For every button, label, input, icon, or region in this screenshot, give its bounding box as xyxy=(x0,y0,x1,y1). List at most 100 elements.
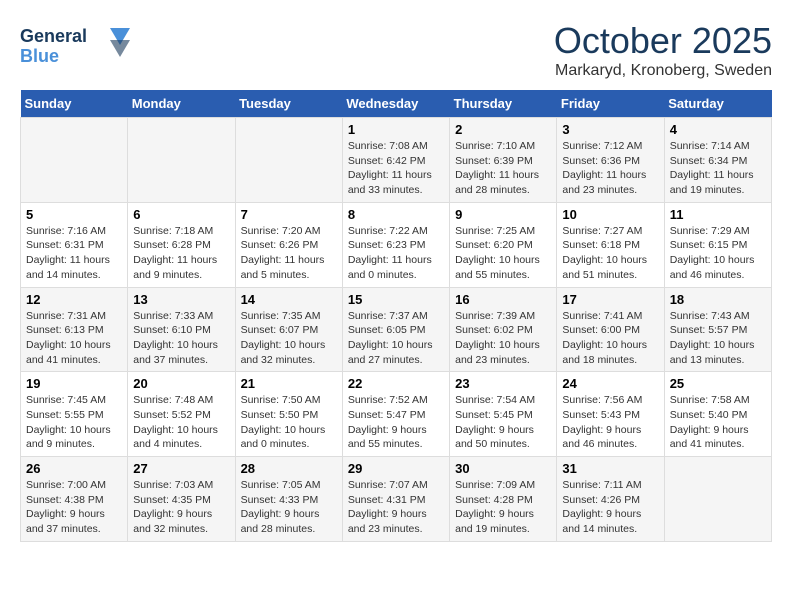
day-info: Sunrise: 7:54 AM Sunset: 5:45 PM Dayligh… xyxy=(455,393,551,452)
day-number: 28 xyxy=(241,461,337,476)
day-info: Sunrise: 7:20 AM Sunset: 6:26 PM Dayligh… xyxy=(241,224,337,283)
calendar-cell: 11 Sunrise: 7:29 AM Sunset: 6:15 PM Dayli… xyxy=(664,202,771,287)
day-number: 5 xyxy=(26,207,122,222)
calendar-cell: 1Sunrise: 7:08 AM Sunset: 6:42 PM Daylig… xyxy=(342,118,449,203)
day-number: 7 xyxy=(241,207,337,222)
calendar-cell: 18 Sunrise: 7:43 AM Sunset: 5:57 PM Dayli… xyxy=(664,287,771,372)
day-number: 17 xyxy=(562,292,658,307)
day-number: 3 xyxy=(562,122,658,137)
calendar-table: SundayMondayTuesdayWednesdayThursdayFrid… xyxy=(20,90,772,542)
calendar-cell: 2 Sunrise: 7:10 AM Sunset: 6:39 PM Daylig… xyxy=(450,118,557,203)
day-number: 10 xyxy=(562,207,658,222)
day-number: 6 xyxy=(133,207,229,222)
calendar-cell: 25 Sunrise: 7:58 AM Sunset: 5:40 PM Dayli… xyxy=(664,372,771,457)
day-number: 21 xyxy=(241,376,337,391)
calendar-cell: 5 Sunrise: 7:16 AM Sunset: 6:31 PM Daylig… xyxy=(21,202,128,287)
day-number: 2 xyxy=(455,122,551,137)
day-number: 4 xyxy=(670,122,766,137)
day-info: Sunrise: 7:56 AM Sunset: 5:43 PM Dayligh… xyxy=(562,393,658,452)
calendar-cell: 27 Sunrise: 7:03 AM Sunset: 4:35 PM Dayli… xyxy=(128,457,235,542)
calendar-cell: 19 Sunrise: 7:45 AM Sunset: 5:55 PM Dayli… xyxy=(21,372,128,457)
day-number: 12 xyxy=(26,292,122,307)
day-number: 18 xyxy=(670,292,766,307)
day-number: 25 xyxy=(670,376,766,391)
day-info: Sunrise: 7:11 AM Sunset: 4:26 PM Dayligh… xyxy=(562,478,658,537)
calendar-cell: 9 Sunrise: 7:25 AM Sunset: 6:20 PM Daylig… xyxy=(450,202,557,287)
calendar-cell: 31Sunrise: 7:11 AM Sunset: 4:26 PM Dayli… xyxy=(557,457,664,542)
day-info: Sunrise: 7:45 AM Sunset: 5:55 PM Dayligh… xyxy=(26,393,122,452)
calendar-cell: 13Sunrise: 7:33 AM Sunset: 6:10 PM Dayli… xyxy=(128,287,235,372)
calendar-cell xyxy=(21,118,128,203)
day-number: 29 xyxy=(348,461,444,476)
day-info: Sunrise: 7:22 AM Sunset: 6:23 PM Dayligh… xyxy=(348,224,444,283)
day-info: Sunrise: 7:29 AM Sunset: 6:15 PM Dayligh… xyxy=(670,224,766,283)
day-number: 15 xyxy=(348,292,444,307)
day-number: 16 xyxy=(455,292,551,307)
day-info: Sunrise: 7:10 AM Sunset: 6:39 PM Dayligh… xyxy=(455,139,551,198)
calendar-cell xyxy=(128,118,235,203)
calendar-cell: 10Sunrise: 7:27 AM Sunset: 6:18 PM Dayli… xyxy=(557,202,664,287)
logo-svg: General Blue xyxy=(20,20,130,70)
calendar-cell: 17Sunrise: 7:41 AM Sunset: 6:00 PM Dayli… xyxy=(557,287,664,372)
day-number: 14 xyxy=(241,292,337,307)
day-info: Sunrise: 7:39 AM Sunset: 6:02 PM Dayligh… xyxy=(455,309,551,368)
svg-text:General: General xyxy=(20,26,87,46)
day-header-tuesday: Tuesday xyxy=(235,90,342,118)
location-subtitle: Markaryd, Kronoberg, Sweden xyxy=(554,62,772,80)
day-info: Sunrise: 7:25 AM Sunset: 6:20 PM Dayligh… xyxy=(455,224,551,283)
calendar-cell: 24 Sunrise: 7:56 AM Sunset: 5:43 PM Dayli… xyxy=(557,372,664,457)
day-number: 20 xyxy=(133,376,229,391)
logo: General Blue xyxy=(20,20,130,75)
day-info: Sunrise: 7:12 AM Sunset: 6:36 PM Dayligh… xyxy=(562,139,658,198)
day-info: Sunrise: 7:48 AM Sunset: 5:52 PM Dayligh… xyxy=(133,393,229,452)
calendar-week-1: 1Sunrise: 7:08 AM Sunset: 6:42 PM Daylig… xyxy=(21,118,772,203)
day-number: 9 xyxy=(455,207,551,222)
calendar-week-3: 12Sunrise: 7:31 AM Sunset: 6:13 PM Dayli… xyxy=(21,287,772,372)
calendar-cell: 29Sunrise: 7:07 AM Sunset: 4:31 PM Dayli… xyxy=(342,457,449,542)
calendar-week-4: 19 Sunrise: 7:45 AM Sunset: 5:55 PM Dayli… xyxy=(21,372,772,457)
day-info: Sunrise: 7:58 AM Sunset: 5:40 PM Dayligh… xyxy=(670,393,766,452)
day-info: Sunrise: 7:16 AM Sunset: 6:31 PM Dayligh… xyxy=(26,224,122,283)
month-title: October 2025 xyxy=(554,20,772,62)
day-info: Sunrise: 7:03 AM Sunset: 4:35 PM Dayligh… xyxy=(133,478,229,537)
calendar-cell: 30Sunrise: 7:09 AM Sunset: 4:28 PM Dayli… xyxy=(450,457,557,542)
calendar-cell: 14 Sunrise: 7:35 AM Sunset: 6:07 PM Dayli… xyxy=(235,287,342,372)
day-info: Sunrise: 7:35 AM Sunset: 6:07 PM Dayligh… xyxy=(241,309,337,368)
day-number: 27 xyxy=(133,461,229,476)
title-area: October 2025 Markaryd, Kronoberg, Sweden xyxy=(554,20,772,80)
day-number: 19 xyxy=(26,376,122,391)
calendar-cell: 21Sunrise: 7:50 AM Sunset: 5:50 PM Dayli… xyxy=(235,372,342,457)
calendar-cell: 15Sunrise: 7:37 AM Sunset: 6:05 PM Dayli… xyxy=(342,287,449,372)
calendar-cell: 26Sunrise: 7:00 AM Sunset: 4:38 PM Dayli… xyxy=(21,457,128,542)
svg-text:Blue: Blue xyxy=(20,46,59,66)
calendar-cell xyxy=(235,118,342,203)
calendar-cell: 12Sunrise: 7:31 AM Sunset: 6:13 PM Dayli… xyxy=(21,287,128,372)
calendar-cell: 4 Sunrise: 7:14 AM Sunset: 6:34 PM Daylig… xyxy=(664,118,771,203)
calendar-header-row: SundayMondayTuesdayWednesdayThursdayFrid… xyxy=(21,90,772,118)
day-info: Sunrise: 7:14 AM Sunset: 6:34 PM Dayligh… xyxy=(670,139,766,198)
day-header-thursday: Thursday xyxy=(450,90,557,118)
day-info: Sunrise: 7:43 AM Sunset: 5:57 PM Dayligh… xyxy=(670,309,766,368)
day-number: 23 xyxy=(455,376,551,391)
day-info: Sunrise: 7:05 AM Sunset: 4:33 PM Dayligh… xyxy=(241,478,337,537)
day-header-monday: Monday xyxy=(128,90,235,118)
day-number: 1 xyxy=(348,122,444,137)
day-number: 11 xyxy=(670,207,766,222)
calendar-week-2: 5 Sunrise: 7:16 AM Sunset: 6:31 PM Daylig… xyxy=(21,202,772,287)
day-header-sunday: Sunday xyxy=(21,90,128,118)
day-info: Sunrise: 7:09 AM Sunset: 4:28 PM Dayligh… xyxy=(455,478,551,537)
calendar-cell: 3 Sunrise: 7:12 AM Sunset: 6:36 PM Daylig… xyxy=(557,118,664,203)
day-number: 8 xyxy=(348,207,444,222)
day-info: Sunrise: 7:52 AM Sunset: 5:47 PM Dayligh… xyxy=(348,393,444,452)
calendar-cell: 22Sunrise: 7:52 AM Sunset: 5:47 PM Dayli… xyxy=(342,372,449,457)
calendar-cell: 20 Sunrise: 7:48 AM Sunset: 5:52 PM Dayli… xyxy=(128,372,235,457)
day-info: Sunrise: 7:33 AM Sunset: 6:10 PM Dayligh… xyxy=(133,309,229,368)
calendar-cell xyxy=(664,457,771,542)
calendar-cell: 16 Sunrise: 7:39 AM Sunset: 6:02 PM Dayli… xyxy=(450,287,557,372)
day-header-saturday: Saturday xyxy=(664,90,771,118)
header: General Blue October 2025 Markaryd, Kron… xyxy=(20,20,772,80)
calendar-cell: 6Sunrise: 7:18 AM Sunset: 6:28 PM Daylig… xyxy=(128,202,235,287)
calendar-cell: 23 Sunrise: 7:54 AM Sunset: 5:45 PM Dayli… xyxy=(450,372,557,457)
day-number: 24 xyxy=(562,376,658,391)
day-info: Sunrise: 7:00 AM Sunset: 4:38 PM Dayligh… xyxy=(26,478,122,537)
